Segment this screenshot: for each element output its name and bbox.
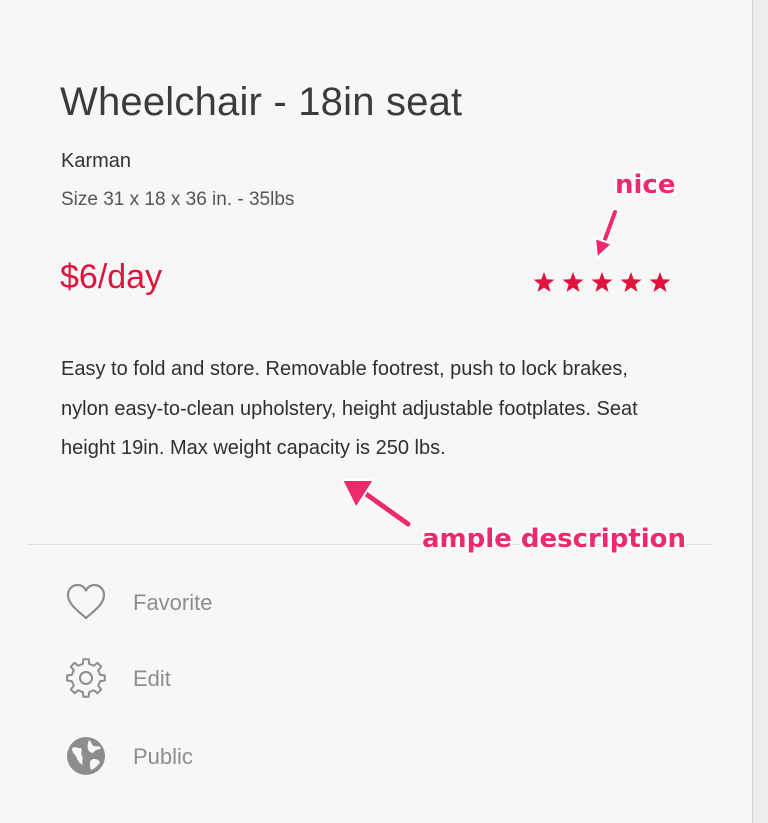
edit-label: Edit [133, 666, 171, 691]
star-icon [591, 272, 613, 292]
public-label: Public [133, 744, 193, 769]
globe-icon [67, 737, 105, 775]
product-price: $6/day [60, 258, 162, 297]
product-title: Wheelchair - 18in seat [60, 80, 463, 124]
star-icon [562, 272, 584, 292]
product-description: Easy to fold and store. Removable footre… [61, 358, 638, 459]
annotation-arrow-icon [594, 208, 619, 259]
product-panel: Wheelchair - 18in seat Karman Size 31 x … [0, 0, 752, 823]
annotation-nice: nice [615, 170, 676, 200]
product-brand: Karman [61, 150, 132, 172]
gear-icon [66, 658, 106, 698]
edit-button[interactable]: Edit [64, 656, 324, 700]
product-size: Size 31 x 18 x 36 in. - 35lbs [61, 189, 295, 210]
star-icon [533, 272, 555, 292]
favorite-button[interactable]: Favorite [64, 580, 324, 624]
annotation-ample-description: ample description [422, 524, 687, 554]
public-toggle[interactable]: Public [64, 734, 324, 778]
window-gutter [753, 0, 768, 823]
favorite-label: Favorite [133, 590, 213, 615]
price-unit: /day [97, 258, 163, 296]
price-amount: $6 [60, 258, 98, 296]
star-icon [649, 272, 671, 292]
star-icon [620, 272, 642, 292]
heart-icon [66, 583, 106, 620]
rating-stars [533, 272, 671, 292]
annotation-arrow-icon [341, 479, 412, 528]
